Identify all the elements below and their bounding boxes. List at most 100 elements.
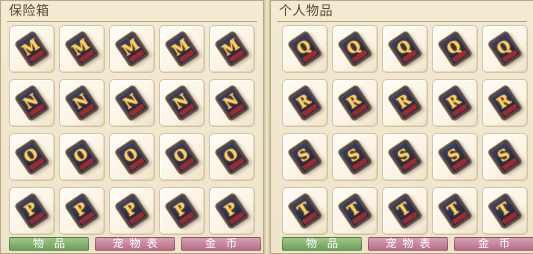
- tab-items[interactable]: 物品: [9, 237, 89, 251]
- card-letter: N: [170, 90, 192, 113]
- letter-card-icon: R: [288, 85, 322, 121]
- letter-card-icon: T: [338, 193, 372, 229]
- card-letter: S: [394, 144, 414, 166]
- personal-slot[interactable]: S: [382, 133, 428, 181]
- letter-card-icon: R: [388, 85, 422, 121]
- card-letter: T: [344, 198, 364, 220]
- letter-card-icon: S: [438, 139, 472, 175]
- card-letter: R: [343, 90, 365, 113]
- card-letter: Q: [293, 36, 315, 59]
- card-letter: S: [444, 144, 464, 166]
- safe-slot[interactable]: M: [109, 25, 155, 73]
- personal-slot[interactable]: R: [282, 79, 328, 127]
- safe-title-divider: [7, 21, 257, 22]
- letter-card-icon: O: [165, 139, 199, 175]
- personal-slot[interactable]: R: [432, 79, 478, 127]
- personal-slot[interactable]: T: [282, 187, 328, 235]
- personal-slot[interactable]: R: [332, 79, 378, 127]
- letter-card-icon: P: [165, 193, 199, 229]
- safe-slot[interactable]: P: [59, 187, 105, 235]
- safe-panel-title: 保险箱: [9, 4, 50, 19]
- safe-slot[interactable]: P: [109, 187, 155, 235]
- card-letter: M: [18, 35, 43, 60]
- card-letter: M: [118, 35, 143, 60]
- letter-card-icon: P: [115, 193, 149, 229]
- personal-slot[interactable]: S: [332, 133, 378, 181]
- letter-card-icon: T: [438, 193, 472, 229]
- card-letter: O: [20, 144, 42, 167]
- tab-gold[interactable]: 金币: [181, 237, 261, 251]
- letter-card-icon: S: [338, 139, 372, 175]
- letter-card-icon: S: [488, 139, 522, 175]
- safe-slot[interactable]: P: [209, 187, 255, 235]
- safe-slot[interactable]: N: [9, 79, 55, 127]
- card-letter: T: [494, 198, 514, 220]
- safe-slot[interactable]: N: [159, 79, 205, 127]
- card-letter: P: [121, 198, 141, 220]
- tab-gold[interactable]: 金币: [454, 237, 533, 251]
- card-letter: P: [171, 198, 191, 220]
- letter-card-icon: Q: [438, 31, 472, 67]
- card-letter: O: [170, 144, 192, 167]
- personal-slot[interactable]: Q: [332, 25, 378, 73]
- card-letter: N: [120, 90, 142, 113]
- safe-slot[interactable]: N: [59, 79, 105, 127]
- letter-card-icon: N: [65, 85, 99, 121]
- safe-slot[interactable]: N: [109, 79, 155, 127]
- personal-items-panel: 个人物品 Q Q Q Q Q R R R R R S S S S S T T T…: [270, 0, 533, 254]
- safe-panel: 保险箱 M M M M M N N N N N O O O O O P P P …: [0, 0, 264, 254]
- letter-card-icon: Q: [388, 31, 422, 67]
- letter-card-icon: R: [438, 85, 472, 121]
- safe-slot[interactable]: O: [9, 133, 55, 181]
- safe-slot[interactable]: M: [209, 25, 255, 73]
- card-letter: R: [293, 90, 315, 113]
- letter-card-icon: M: [165, 31, 199, 67]
- personal-slot[interactable]: T: [432, 187, 478, 235]
- card-letter: N: [220, 90, 242, 113]
- personal-slot[interactable]: S: [482, 133, 528, 181]
- safe-slot[interactable]: N: [209, 79, 255, 127]
- personal-slot[interactable]: R: [382, 79, 428, 127]
- card-letter: T: [394, 198, 414, 220]
- personal-slot[interactable]: Q: [282, 25, 328, 73]
- letter-card-icon: P: [15, 193, 49, 229]
- personal-slot[interactable]: S: [282, 133, 328, 181]
- card-letter: Q: [443, 36, 465, 59]
- letter-card-icon: Q: [488, 31, 522, 67]
- safe-slot[interactable]: M: [9, 25, 55, 73]
- personal-slot[interactable]: R: [482, 79, 528, 127]
- letter-card-icon: O: [15, 139, 49, 175]
- card-letter: R: [393, 90, 415, 113]
- letter-card-icon: N: [115, 85, 149, 121]
- card-letter: P: [71, 198, 91, 220]
- personal-slot[interactable]: S: [432, 133, 478, 181]
- letter-card-icon: O: [215, 139, 249, 175]
- letter-card-icon: M: [115, 31, 149, 67]
- safe-slot[interactable]: M: [159, 25, 205, 73]
- safe-slot[interactable]: O: [59, 133, 105, 181]
- letter-card-icon: R: [488, 85, 522, 121]
- safe-slot[interactable]: O: [159, 133, 205, 181]
- card-letter: S: [494, 144, 514, 166]
- card-letter: Q: [493, 36, 515, 59]
- safe-slot[interactable]: O: [109, 133, 155, 181]
- tab-pet-list[interactable]: 宠物表: [368, 237, 448, 251]
- tab-items[interactable]: 物品: [282, 237, 362, 251]
- safe-slot[interactable]: P: [9, 187, 55, 235]
- safe-slot[interactable]: M: [59, 25, 105, 73]
- card-letter: T: [294, 198, 314, 220]
- card-letter: R: [493, 90, 515, 113]
- safe-slot[interactable]: O: [209, 133, 255, 181]
- card-letter: P: [21, 198, 41, 220]
- personal-slot[interactable]: T: [332, 187, 378, 235]
- safe-slot[interactable]: P: [159, 187, 205, 235]
- personal-slot[interactable]: Q: [432, 25, 478, 73]
- letter-card-icon: S: [388, 139, 422, 175]
- safe-panel-tabs: 物品 宠物表 金币: [9, 237, 261, 251]
- personal-slot[interactable]: T: [382, 187, 428, 235]
- personal-slot[interactable]: Q: [382, 25, 428, 73]
- tab-pet-list[interactable]: 宠物表: [95, 237, 175, 251]
- personal-slot[interactable]: T: [482, 187, 528, 235]
- letter-card-icon: P: [65, 193, 99, 229]
- personal-slot[interactable]: Q: [482, 25, 528, 73]
